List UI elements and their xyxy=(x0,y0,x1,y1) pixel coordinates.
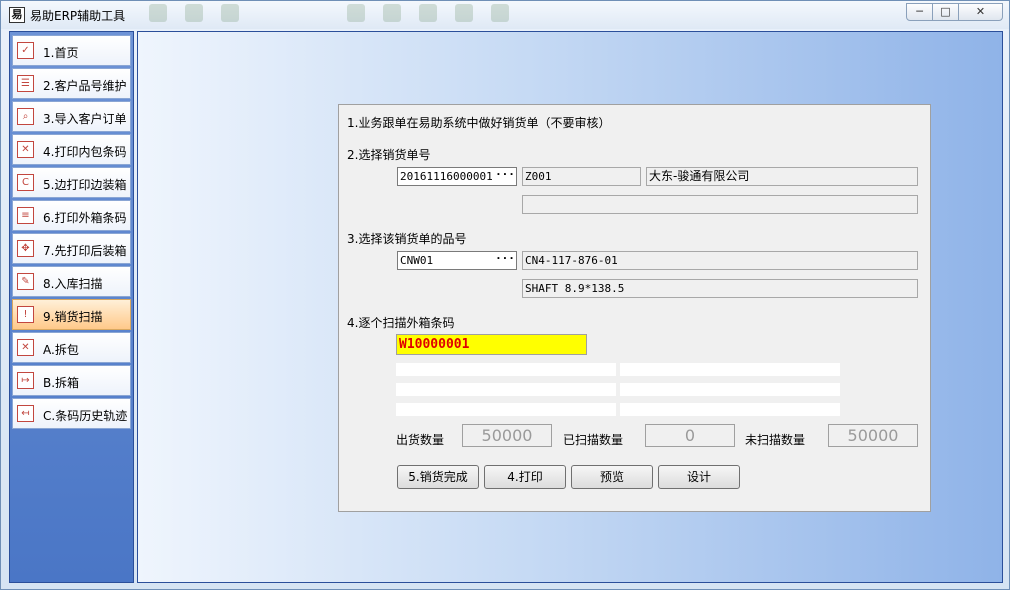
app-logo-icon: 易 xyxy=(9,7,25,23)
window-title: 易助ERP辅助工具 xyxy=(30,9,126,23)
scanned-qty-value: 0 xyxy=(645,424,735,447)
sidebar-item-label: 2.客户品号维护 xyxy=(43,79,127,93)
toolbar-ghost-icon xyxy=(185,4,203,22)
order-number-input[interactable]: 20161116000001 ··· xyxy=(397,167,517,186)
main-content: 1.业务跟单在易助系统中做好销货单（不要审核） 2.选择销货单号 2016111… xyxy=(137,31,1003,583)
toolbar-ghost-icon xyxy=(491,4,509,22)
scanned-qty-label: 已扫描数量 xyxy=(563,433,624,447)
sidebar-item-label: 4.打印内包条码 xyxy=(43,145,127,159)
item-number-value: CNW01 xyxy=(400,254,434,267)
customer-name-field: 大东-骏通有限公司 xyxy=(646,167,918,186)
sales-scan-panel: 1.业务跟单在易助系统中做好销货单（不要审核） 2.选择销货单号 2016111… xyxy=(338,104,931,512)
item-number-input[interactable]: CNW01 ··· xyxy=(397,251,517,270)
toolbar-ghost-icon xyxy=(221,4,239,22)
sidebar-item-home[interactable]: ✓ 1.首页 xyxy=(12,35,131,66)
printer-icon: ≡ xyxy=(17,207,34,224)
sidebar-item-import-orders[interactable]: ⌕ 3.导入客户订单 xyxy=(12,101,131,132)
title-bar: 易 易助ERP辅助工具 ─ □ ✕ xyxy=(1,1,1009,29)
item-code-field: CN4-117-876-01 xyxy=(522,251,918,270)
sidebar-item-print-then-pack[interactable]: ✥ 7.先打印后装箱 xyxy=(12,233,131,264)
sidebar-item-label: B.拆箱 xyxy=(43,376,80,390)
scan-result-line xyxy=(396,403,616,416)
sidebar-item-label: 1.首页 xyxy=(43,46,79,60)
sidebar-item-label: A.拆包 xyxy=(43,343,79,357)
close-button[interactable]: ✕ xyxy=(958,3,1003,21)
item-lookup-button[interactable]: ··· xyxy=(495,253,515,268)
complete-sale-button[interactable]: 5.销货完成 xyxy=(397,465,479,489)
toolbar-ghost-icon xyxy=(419,4,437,22)
box-c-icon: C xyxy=(17,174,34,191)
shipped-qty-value: 50000 xyxy=(462,424,552,447)
x-box-icon: ✕ xyxy=(17,141,34,158)
order-lookup-button[interactable]: ··· xyxy=(495,169,515,184)
toolbar-ghost-icon xyxy=(149,4,167,22)
list-icon: ☰ xyxy=(17,75,34,92)
maximize-button[interactable]: □ xyxy=(932,3,959,21)
design-button[interactable]: 设计 xyxy=(658,465,740,489)
order-note-field xyxy=(522,195,918,214)
print-button[interactable]: 4.打印 xyxy=(484,465,566,489)
sidebar-item-barcode-history[interactable]: ↤ C.条码历史轨迹 xyxy=(12,398,131,429)
search-icon: ⌕ xyxy=(17,108,34,125)
sidebar-item-label: 7.先打印后装箱 xyxy=(43,244,127,258)
faded-toolbar xyxy=(149,4,509,26)
unscanned-qty-value: 50000 xyxy=(828,424,918,447)
customer-code-field: Z001 xyxy=(522,167,641,186)
pen-icon: ✎ xyxy=(17,273,34,290)
move-icon: ✥ xyxy=(17,240,34,257)
sidebar-item-label: C.条码历史轨迹 xyxy=(43,409,128,423)
preview-button[interactable]: 预览 xyxy=(571,465,653,489)
scan-result-line xyxy=(396,383,616,396)
unscanned-qty-label: 未扫描数量 xyxy=(745,433,806,447)
step2-label: 2.选择销货单号 xyxy=(347,148,431,162)
alert-icon: ! xyxy=(17,306,34,323)
carton-barcode-input[interactable]: W10000001 xyxy=(396,334,587,355)
sidebar-item-print-while-packing[interactable]: C 5.边打印边装箱 xyxy=(12,167,131,198)
sidebar-item-inbound-scan[interactable]: ✎ 8.入库扫描 xyxy=(12,266,131,297)
scan-result-line xyxy=(396,363,616,376)
expand-arrow-icon: ↦ xyxy=(17,372,34,389)
sidebar-item-label: 9.销货扫描 xyxy=(43,310,103,324)
sidebar-nav: ✓ 1.首页 ☰ 2.客户品号维护 ⌕ 3.导入客户订单 ✕ 4.打印内包条码 … xyxy=(9,31,134,583)
sidebar-item-label: 8.入库扫描 xyxy=(43,277,103,291)
scan-result-line xyxy=(620,383,840,396)
sidebar-item-sales-scan[interactable]: ! 9.销货扫描 xyxy=(12,299,131,330)
sidebar-item-unbox[interactable]: ↦ B.拆箱 xyxy=(12,365,131,396)
sidebar-item-label: 3.导入客户订单 xyxy=(43,112,127,126)
sidebar-item-label: 5.边打印边装箱 xyxy=(43,178,127,192)
scan-result-line xyxy=(620,363,840,376)
minimize-button[interactable]: ─ xyxy=(906,3,933,21)
check-icon: ✓ xyxy=(17,42,34,59)
shipped-qty-label: 出货数量 xyxy=(396,433,445,447)
scan-result-line xyxy=(620,403,840,416)
toolbar-ghost-icon xyxy=(347,4,365,22)
app-window: 易 易助ERP辅助工具 ─ □ ✕ ✓ 1.首页 ☰ 2.客户品号维护 ⌕ 3.… xyxy=(0,0,1010,590)
collapse-arrow-icon: ↤ xyxy=(17,405,34,422)
sidebar-item-print-outer[interactable]: ≡ 6.打印外箱条码 xyxy=(12,200,131,231)
sidebar-item-print-inner[interactable]: ✕ 4.打印内包条码 xyxy=(12,134,131,165)
toolbar-ghost-icon xyxy=(455,4,473,22)
window-controls: ─ □ ✕ xyxy=(906,3,1003,21)
step4-label: 4.逐个扫描外箱条码 xyxy=(347,316,455,330)
item-spec-field: SHAFT 8.9*138.5 xyxy=(522,279,918,298)
sidebar-item-customer-part[interactable]: ☰ 2.客户品号维护 xyxy=(12,68,131,99)
step1-instruction: 1.业务跟单在易助系统中做好销货单（不要审核） xyxy=(347,116,611,130)
sidebar-item-label: 6.打印外箱条码 xyxy=(43,211,127,225)
toolbar-ghost-icon xyxy=(383,4,401,22)
step3-label: 3.选择该销货单的品号 xyxy=(347,232,467,246)
sidebar-item-unpack[interactable]: ✕ A.拆包 xyxy=(12,332,131,363)
order-number-value: 20161116000001 xyxy=(400,170,493,183)
x-box-icon: ✕ xyxy=(17,339,34,356)
